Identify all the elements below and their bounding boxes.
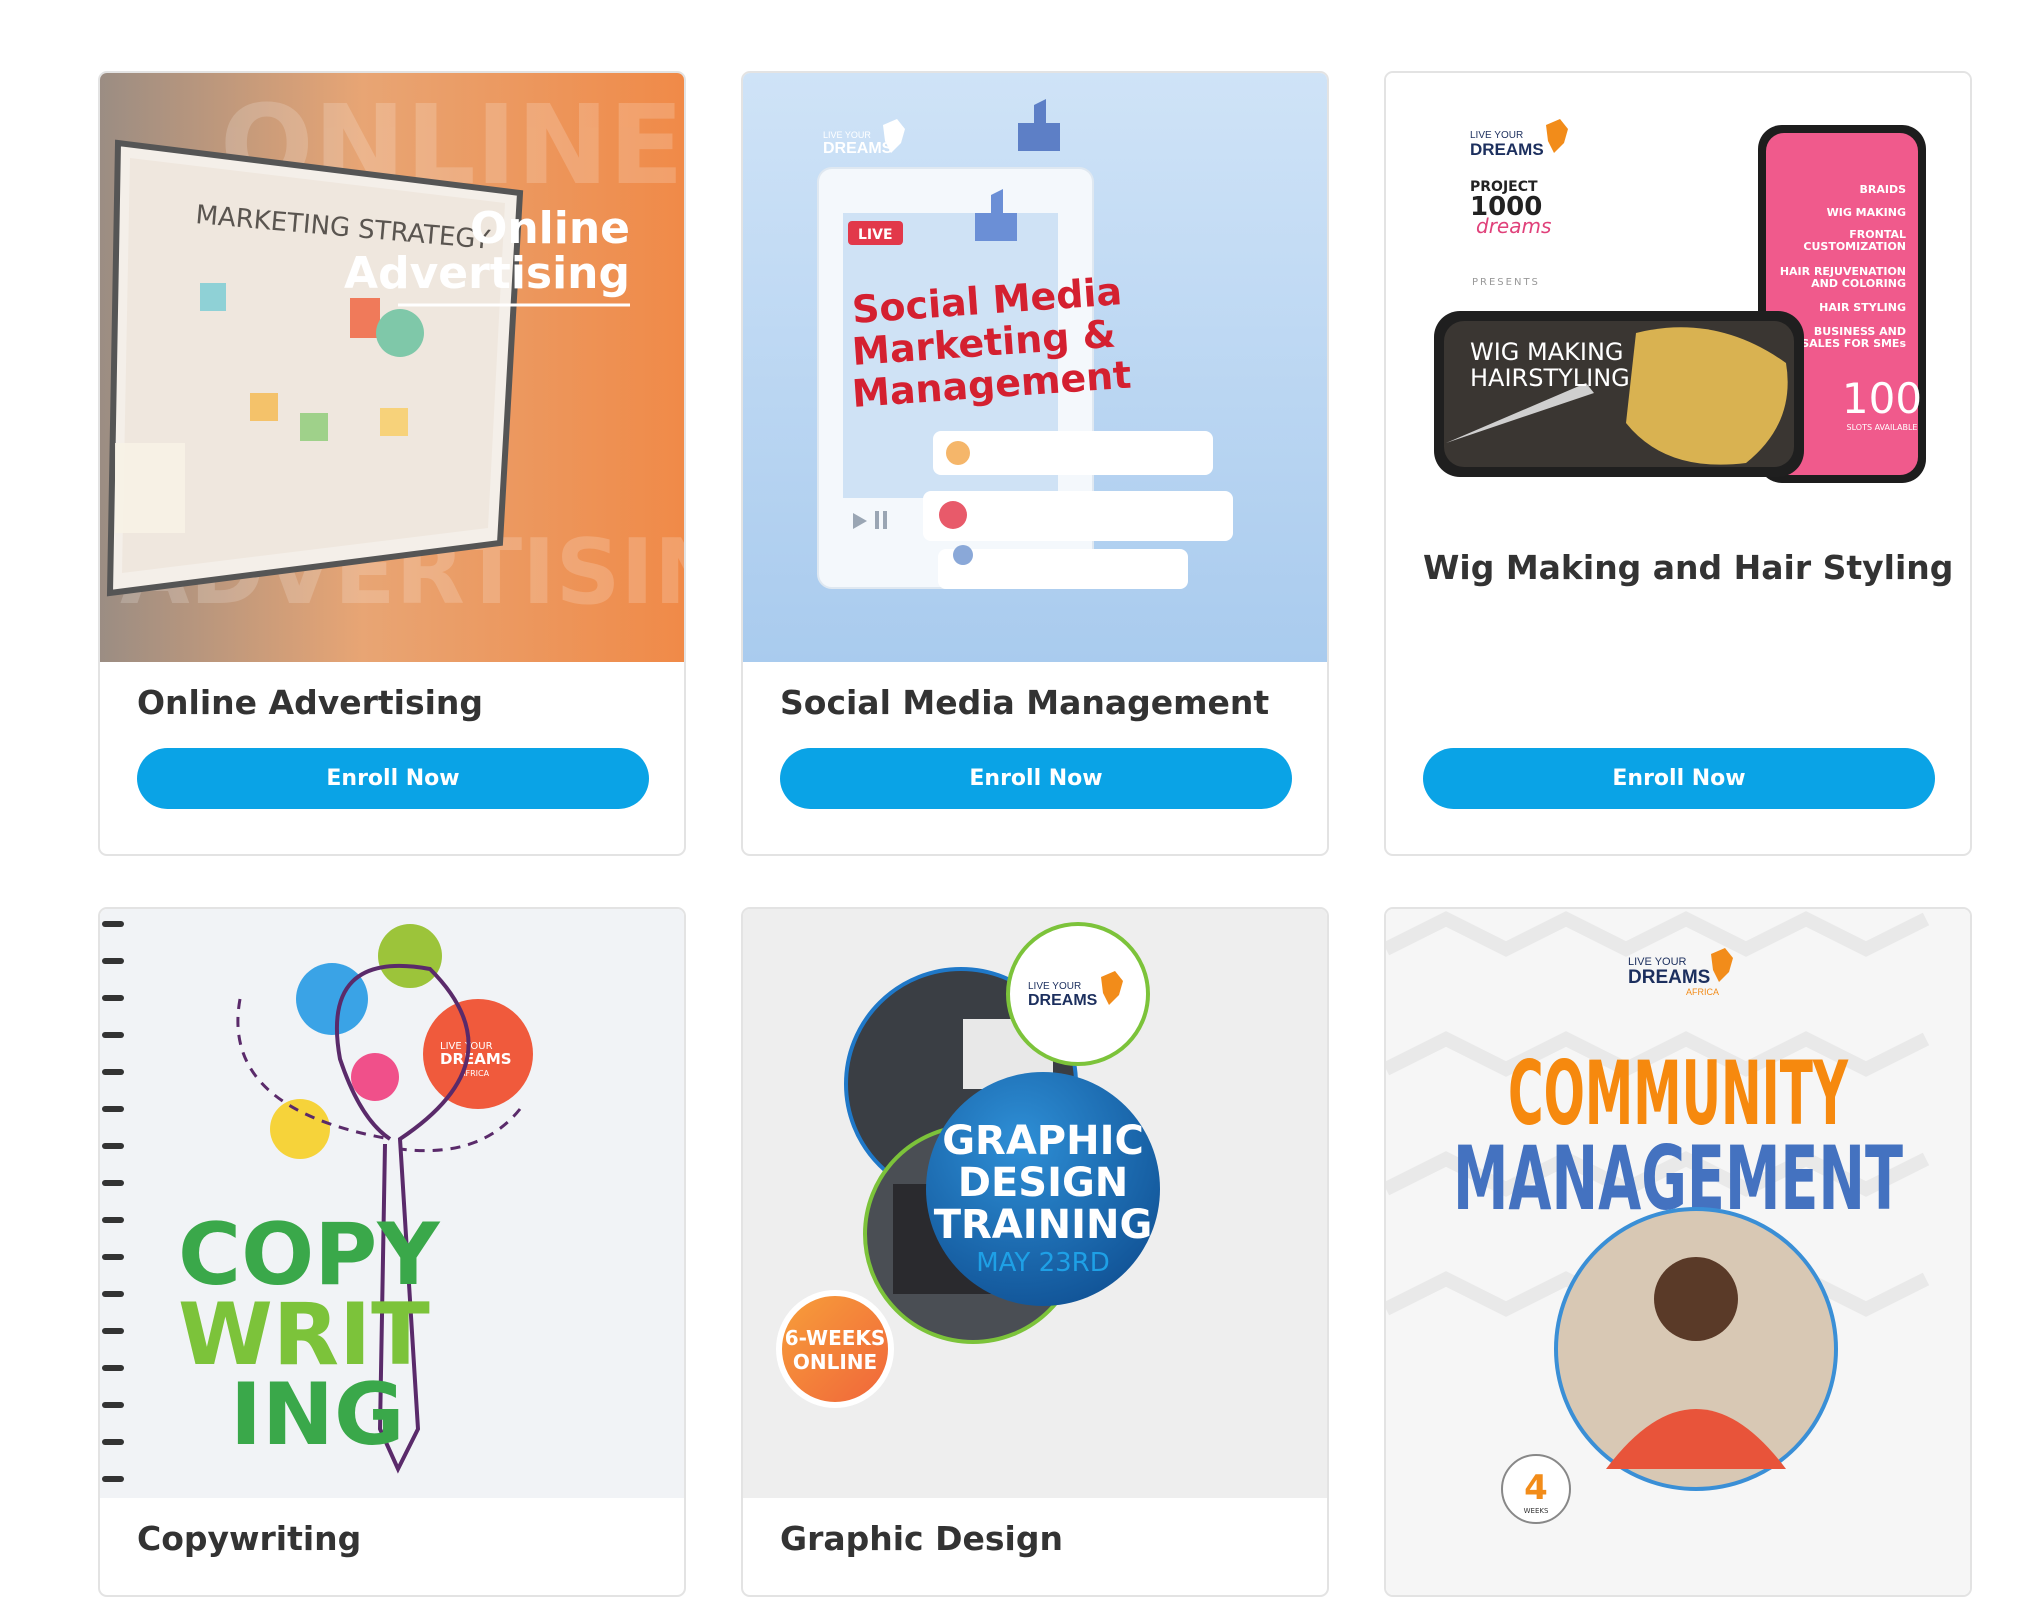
svg-text:HAIR STYLING: HAIR STYLING (1819, 301, 1906, 314)
presents-text: PRESENTS (1472, 277, 1540, 288)
course-thumbnail[interactable]: LIVE YOUR DREAMS AFRICA COPY WRIT ING (100, 909, 684, 1498)
enroll-now-button[interactable]: Enroll Now (780, 748, 1292, 809)
course-title[interactable]: Graphic Design (780, 1519, 1297, 1558)
course-thumbnail[interactable]: ONLINE ADVERTISING MARKETING STRATEGY On… (100, 73, 684, 662)
svg-text:BRAIDS: BRAIDS (1859, 183, 1906, 196)
course-card-community-management: LIVE YOUR DREAMS AFRICA COMMUNITY MANAGE… (1384, 907, 1972, 1597)
course-card-social-media-management: LIVE YOUR DREAMS LIVE Social Media Marke… (741, 71, 1329, 856)
svg-text:LIVE YOUR: LIVE YOUR (1028, 981, 1081, 992)
svg-text:AND COLORING: AND COLORING (1811, 277, 1906, 290)
slots-number: 100 (1842, 374, 1922, 423)
course-thumbnail[interactable]: LIVE YOUR DREAMS AFRICA COMMUNITY MANAGE… (1386, 909, 1970, 1595)
course-title[interactable]: Copywriting (137, 1519, 654, 1558)
art-date: MAY 23RD (976, 1248, 1110, 1278)
course-card-online-advertising: ONLINE ADVERTISING MARKETING STRATEGY On… (98, 71, 686, 856)
enroll-now-button[interactable]: Enroll Now (1423, 748, 1935, 809)
svg-text:DREAMS: DREAMS (1470, 140, 1544, 159)
wig-making-artwork: LIVE YOUR DREAMS PROJECT 1000 dreams PRE… (1386, 73, 1970, 518)
weeks-number: 4 (1524, 1468, 1548, 1508)
svg-text:AFRICA: AFRICA (1686, 987, 1719, 997)
svg-text:CUSTOMIZATION: CUSTOMIZATION (1803, 240, 1906, 253)
course-card-graphic-design: LIVE YOUR DREAMS GRAPHIC DESIGN TRAINING… (741, 907, 1329, 1597)
headline-advertising: Advertising (344, 248, 630, 299)
svg-text:SALES FOR SMEs: SALES FOR SMEs (1801, 337, 1906, 350)
art-line-training: TRAINING (934, 1202, 1153, 1248)
course-card-copywriting: LIVE YOUR DREAMS AFRICA COPY WRIT ING Co… (98, 907, 686, 1597)
graphic-design-artwork: LIVE YOUR DREAMS GRAPHIC DESIGN TRAINING… (743, 909, 1327, 1498)
social-media-artwork: LIVE YOUR DREAMS LIVE Social Media Marke… (743, 73, 1327, 662)
course-title[interactable]: Social Media Management (780, 683, 1297, 722)
copywriting-artwork: LIVE YOUR DREAMS AFRICA COPY WRIT ING (100, 909, 684, 1498)
phone-text-2: HAIRSTYLING (1470, 364, 1630, 392)
art-line-design: DESIGN (958, 1160, 1129, 1206)
art-line-ing: ING (230, 1365, 405, 1465)
community-management-artwork: LIVE YOUR DREAMS AFRICA COMMUNITY MANAGE… (1386, 909, 1970, 1595)
live-badge: LIVE (858, 227, 893, 243)
svg-text:DREAMS: DREAMS (1628, 967, 1710, 988)
weeks-text-1: 6-WEEKS (785, 1326, 886, 1350)
course-title[interactable]: Wig Making and Hair Styling (1423, 548, 1953, 587)
art-line-graphic: GRAPHIC (942, 1118, 1144, 1164)
course-thumbnail[interactable]: LIVE YOUR DREAMS PROJECT 1000 dreams PRE… (1386, 73, 1970, 518)
headline-online: Online (470, 203, 630, 254)
online-advertising-artwork: ONLINE ADVERTISING MARKETING STRATEGY On… (100, 73, 684, 662)
svg-text:LIVE YOUR: LIVE YOUR (823, 130, 871, 140)
course-title[interactable]: Online Advertising (137, 683, 654, 722)
weeks-label: WEEKS (1524, 1507, 1549, 1515)
weeks-text-2: ONLINE (793, 1350, 877, 1374)
course-card-wig-making: LIVE YOUR DREAMS PROJECT 1000 dreams PRE… (1384, 71, 1972, 856)
svg-text:DREAMS: DREAMS (823, 140, 893, 157)
svg-text:DREAMS: DREAMS (1028, 992, 1098, 1009)
enroll-now-button[interactable]: Enroll Now (137, 748, 649, 809)
phone-text-1: WIG MAKING (1470, 338, 1624, 366)
slots-label: SLOTS AVAILABLE (1847, 423, 1918, 432)
project-dreams: dreams (1476, 214, 1551, 238)
course-thumbnail[interactable]: LIVE YOUR DREAMS LIVE Social Media Marke… (743, 73, 1327, 662)
course-thumbnail[interactable]: LIVE YOUR DREAMS GRAPHIC DESIGN TRAINING… (743, 909, 1327, 1498)
svg-text:WIG MAKING: WIG MAKING (1827, 206, 1906, 219)
logo-text-2: DREAMS (440, 1050, 512, 1068)
